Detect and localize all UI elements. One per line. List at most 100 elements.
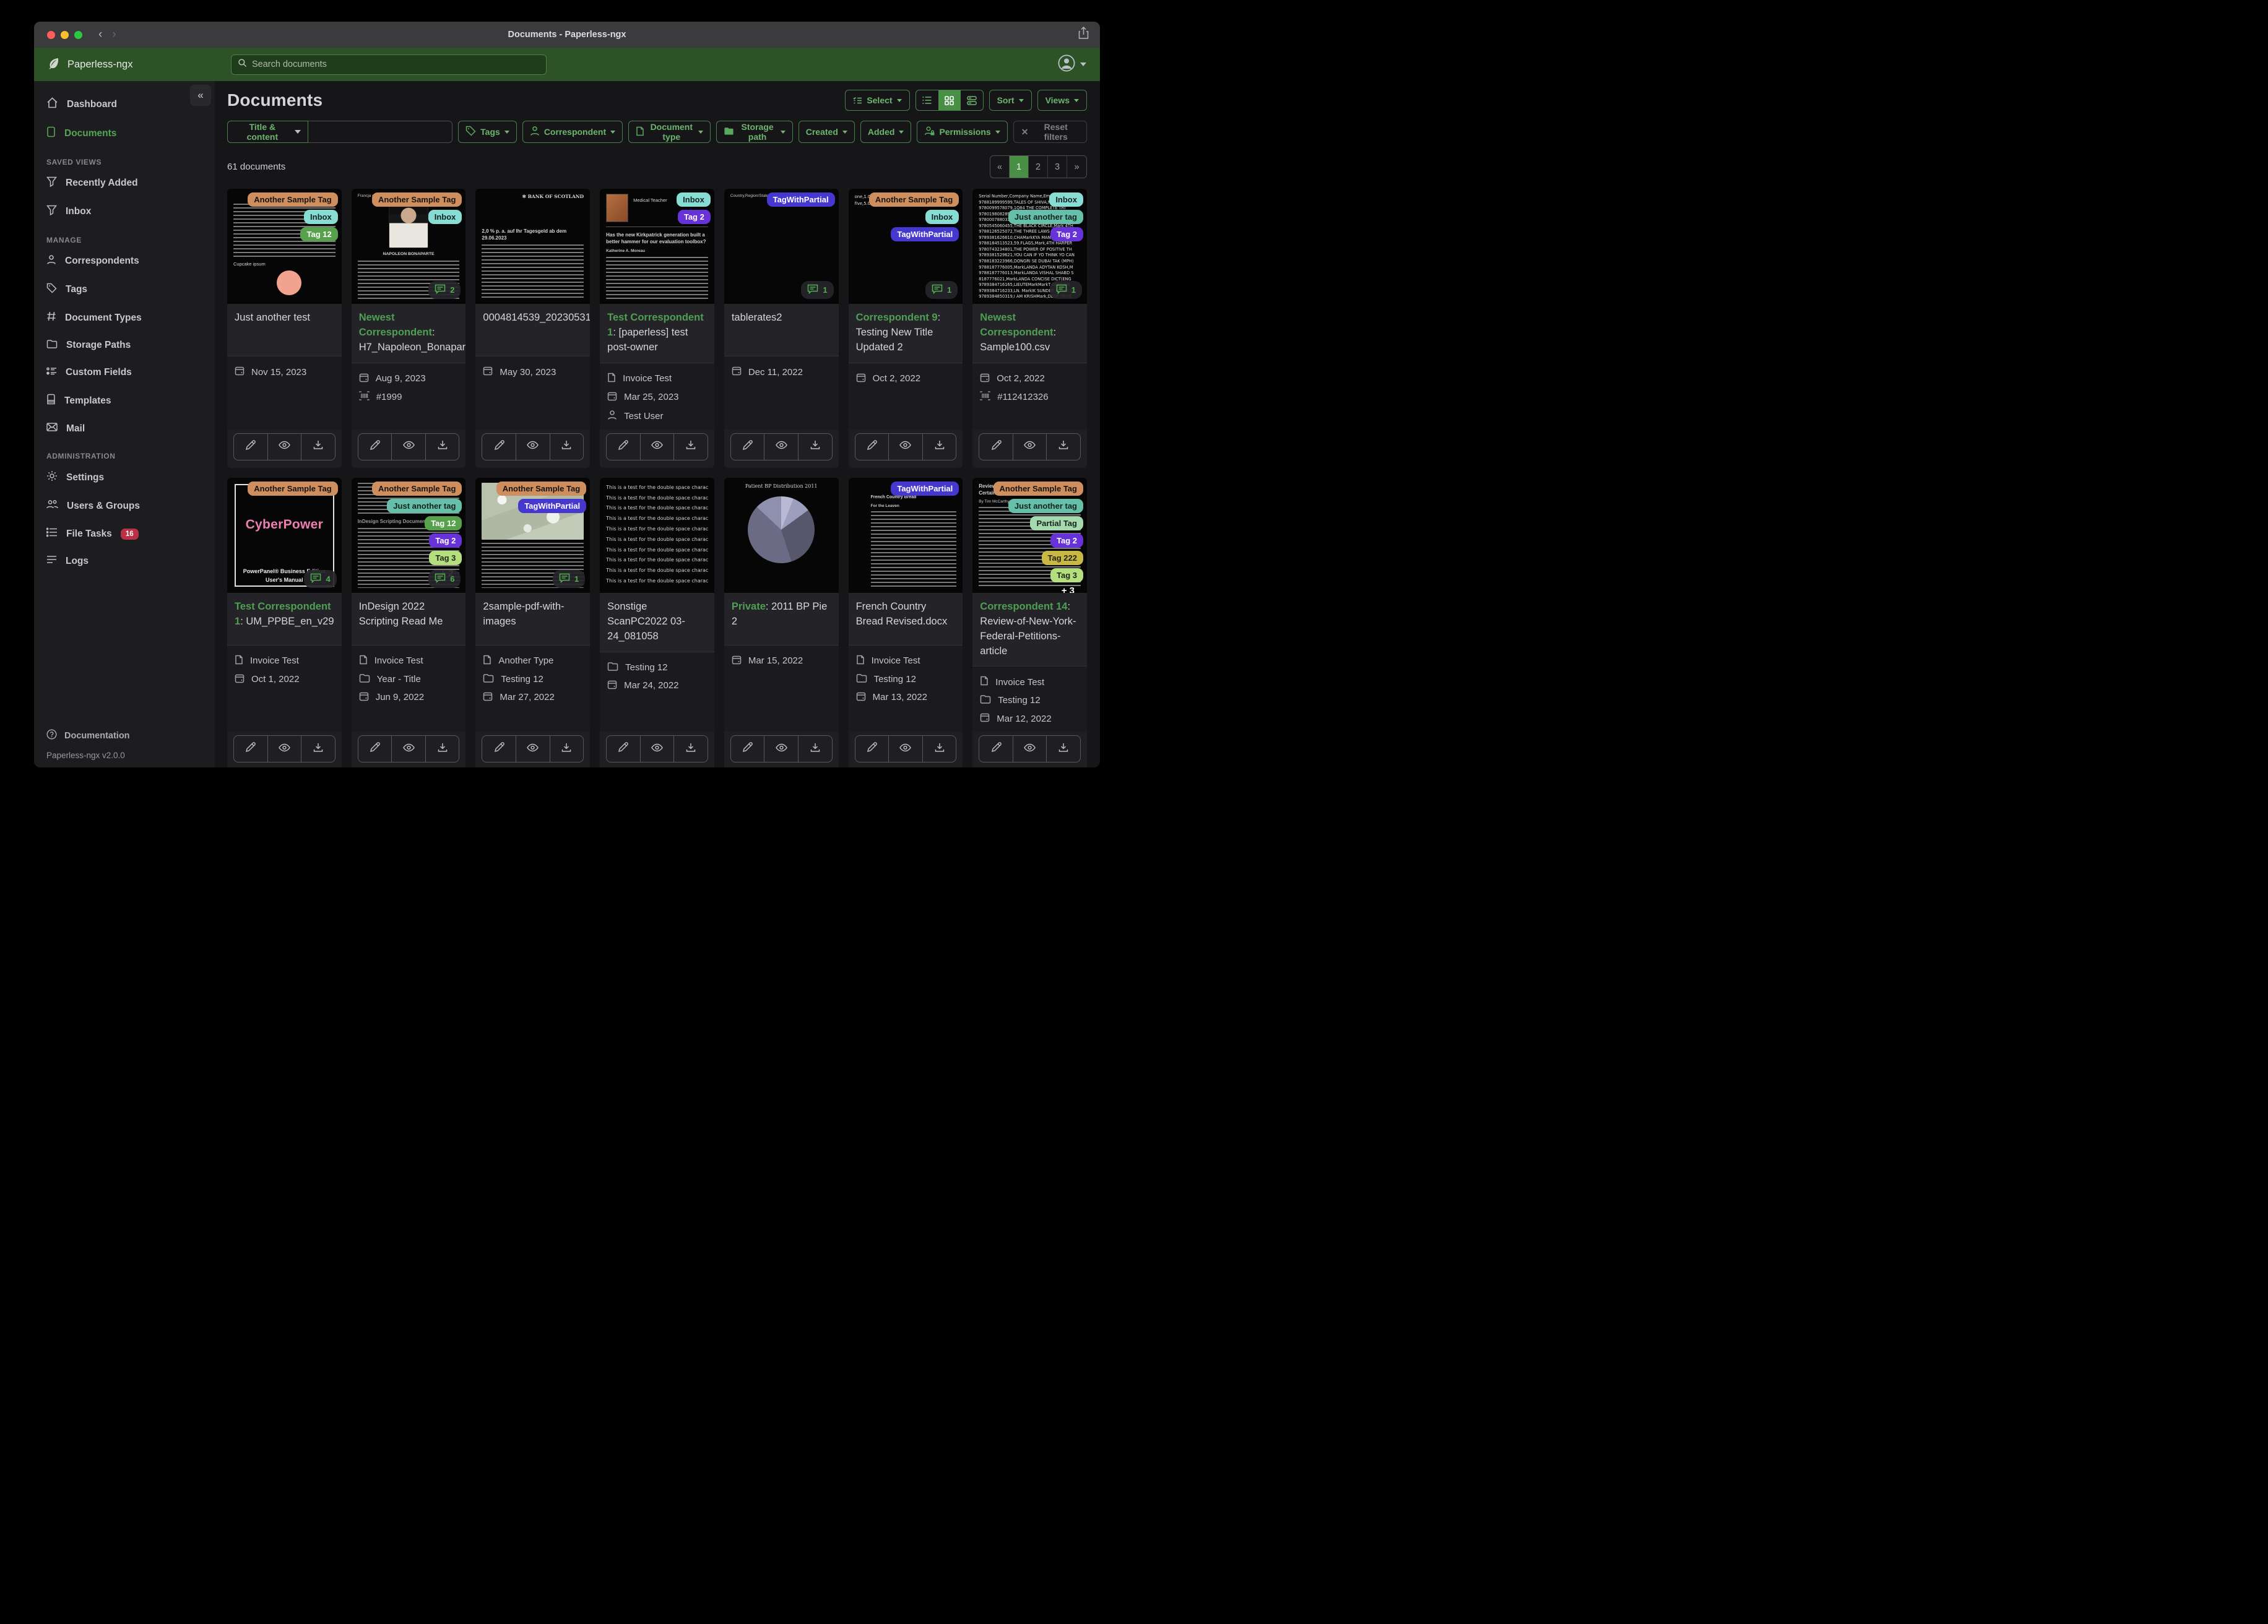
tag-badge[interactable]: Another Sample Tag [371, 481, 462, 496]
sidebar-item-correspondents[interactable]: Correspondents [34, 247, 215, 275]
edit-button[interactable] [731, 736, 765, 762]
user-menu-caret-icon[interactable] [1080, 63, 1086, 66]
pagination-page-1[interactable]: 1 [1010, 156, 1029, 178]
sidebar-item-file-tasks[interactable]: File Tasks 16 [34, 520, 215, 548]
share-icon[interactable] [1078, 26, 1089, 43]
comments-badge[interactable]: 1 [801, 281, 834, 299]
download-button[interactable] [1047, 434, 1080, 460]
card-title-block[interactable]: Newest Correspondent: Sample100.csv [972, 304, 1087, 363]
comments-badge[interactable]: 2 [428, 281, 461, 299]
permissions-filter-button[interactable]: Permissions [917, 121, 1008, 143]
edit-button[interactable] [607, 433, 641, 460]
tag-badge[interactable]: Just another tag [1008, 498, 1083, 513]
edit-button[interactable] [358, 433, 392, 460]
document-thumbnail[interactable]: CyberPower PowerPanel® Business Edition Us… [227, 477, 342, 593]
download-button[interactable] [550, 434, 584, 460]
pagination-last[interactable]: » [1067, 156, 1086, 178]
card-title-block[interactable]: 2sample-pdf-with-images [475, 592, 591, 645]
document-card[interactable]: Francja pod rz. NAPOLEON BONAPARTE Another… [351, 189, 466, 468]
global-search[interactable] [231, 54, 547, 75]
minimize-button[interactable] [61, 30, 69, 39]
edit-button[interactable] [979, 433, 1013, 460]
download-button[interactable] [1047, 736, 1080, 762]
preview-button[interactable] [764, 736, 799, 762]
view-detail-button[interactable] [961, 90, 983, 110]
card-title-block[interactable]: Sonstige ScanPC2022 03-24_081058 [600, 592, 714, 652]
view-grid-button[interactable] [938, 90, 961, 110]
download-button[interactable] [674, 434, 708, 460]
edit-button[interactable] [482, 736, 516, 762]
sidebar-item-settings[interactable]: Settings [34, 463, 215, 492]
card-title-block[interactable]: Correspondent 14: Review-of-New-York-Fed… [972, 592, 1087, 667]
document-card[interactable]: Country,Region/State,“T TagWithPartial 1 ta… [724, 189, 839, 468]
preview-button[interactable] [641, 433, 675, 460]
sidebar-item-templates[interactable]: Templates [34, 386, 215, 415]
sidebar-item-documents[interactable]: Documents [34, 119, 215, 148]
document-thumbnail[interactable]: Country,Region/State,“T TagWithPartial 1 [724, 189, 839, 304]
search-input[interactable] [252, 59, 540, 69]
download-button[interactable] [550, 736, 584, 762]
document-thumbnail[interactable]: Patient BP Distribution 2011 [724, 477, 839, 593]
comments-badge[interactable]: 4 [304, 569, 337, 588]
edit-button[interactable] [855, 736, 889, 762]
sidebar-item-dashboard[interactable]: Dashboard [34, 90, 215, 119]
download-button[interactable] [799, 736, 832, 762]
tags-filter-button[interactable]: Tags [458, 121, 517, 143]
pagination-first[interactable]: « [990, 156, 1010, 178]
preview-button[interactable] [392, 736, 426, 762]
document-card[interactable]: Review of Arbitral Awards Certainty of A… [972, 477, 1087, 767]
sidebar-item-mail[interactable]: Mail [34, 415, 215, 442]
sidebar-item-inbox[interactable]: Inbox [34, 197, 215, 226]
tag-badge[interactable]: Tag 12 [300, 227, 338, 241]
preview-button[interactable] [268, 736, 302, 762]
document-card[interactable]: InDesign Scripting Documentation Another … [351, 477, 466, 767]
document-card[interactable]: Another Sample Tag TagWithPartial 1 2sample… [475, 477, 591, 767]
comments-badge[interactable]: 1 [552, 569, 586, 588]
app-brand[interactable]: Paperless-ngx [34, 56, 215, 73]
tag-badge[interactable]: Inbox [677, 192, 711, 207]
title-content-filter-button[interactable]: Title & content [227, 121, 308, 143]
card-title-block[interactable]: Newest Correspondent: H7_Napoleon_Bonapa… [351, 304, 466, 363]
document-card[interactable]: Medical Teacher Has the new Kirkpatrick g… [600, 189, 714, 468]
preview-button[interactable] [392, 433, 426, 460]
tag-badge[interactable]: Inbox [1049, 192, 1083, 207]
tag-badge[interactable]: Tag 3 [429, 550, 462, 565]
document-thumbnail[interactable]: Serial Number,Company Name,Employe 97881… [972, 189, 1087, 304]
tag-badge[interactable]: Tag 2 [1050, 227, 1083, 241]
document-thumbnail[interactable]: French Country Bread For the Leaven TagWit… [848, 477, 963, 593]
sort-button[interactable]: Sort [989, 90, 1032, 111]
preview-button[interactable] [889, 736, 923, 762]
tag-badge[interactable]: Another Sample Tag [868, 192, 959, 207]
document-thumbnail[interactable]: Medical Teacher Has the new Kirkpatrick g… [600, 189, 714, 304]
document-card[interactable]: Patient BP Distribution 2011 Private: 201… [724, 477, 839, 767]
tag-badge[interactable]: Another Sample Tag [248, 192, 338, 207]
edit-button[interactable] [731, 433, 765, 460]
document-card[interactable]: Adobe Acrobat PDF FilesCupcake ipsumAnot… [227, 189, 342, 468]
card-correspondent[interactable]: Correspondent 14 [980, 601, 1067, 612]
document-card[interactable]: CyberPower PowerPanel® Business Edition Us… [227, 477, 342, 767]
comments-badge[interactable]: 1 [925, 281, 958, 299]
download-button[interactable] [923, 736, 956, 762]
tag-badge[interactable]: Tag 3 [1050, 568, 1083, 582]
preview-button[interactable] [764, 433, 799, 460]
card-title-block[interactable]: tablerates2 [724, 304, 839, 356]
document-thumbnail[interactable]: Adobe Acrobat PDF FilesCupcake ipsumAnot… [227, 189, 342, 304]
tag-badge[interactable]: Inbox [925, 210, 959, 224]
download-button[interactable] [674, 736, 708, 762]
storage-path-filter-button[interactable]: Storage path [716, 121, 793, 143]
document-card[interactable]: ✻ BANK OF SCOTLAND 2,0 % p. a. auf Ihr Ta… [475, 189, 591, 468]
document-card[interactable]: one,1.0 five,5.0 Another Sample Tag Inbox T… [848, 189, 963, 468]
sidebar-item-recently-added[interactable]: Recently Added [34, 169, 215, 197]
comments-badge[interactable]: 6 [428, 569, 461, 588]
tag-badge[interactable]: Just another tag [1008, 210, 1083, 224]
zoom-button[interactable] [74, 30, 82, 39]
comments-badge[interactable]: 1 [1049, 281, 1082, 299]
document-thumbnail[interactable]: ✻ BANK OF SCOTLAND 2,0 % p. a. auf Ihr Ta… [475, 189, 591, 304]
download-button[interactable] [426, 434, 459, 460]
preview-button[interactable] [1013, 433, 1047, 460]
sidebar-item-tags[interactable]: Tags [34, 275, 215, 304]
sidebar-collapse-button[interactable]: « [190, 85, 211, 106]
created-filter-button[interactable]: Created [798, 121, 855, 143]
card-correspondent[interactable]: Correspondent 9 [856, 312, 938, 323]
tag-badge[interactable]: TagWithPartial [891, 227, 959, 241]
